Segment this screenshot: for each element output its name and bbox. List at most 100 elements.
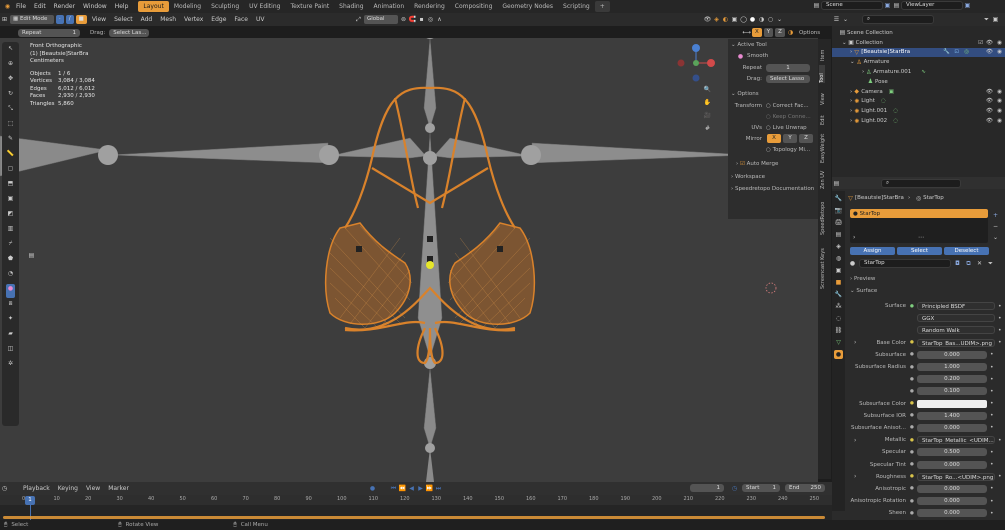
view-layer-tab-icon[interactable]: ▤ <box>834 230 843 239</box>
keyframe-dot-icon[interactable]: • <box>998 473 1002 480</box>
vp-menu-edge[interactable]: Edge <box>207 16 230 23</box>
numeric-field[interactable]: 0.100 <box>916 387 987 396</box>
keyframe-dot-icon[interactable]: • <box>990 449 994 456</box>
solid-shading-icon[interactable]: ● <box>748 15 757 24</box>
particles-tab-icon[interactable]: ⁂ <box>834 302 843 311</box>
tree-row-light-001[interactable]: › ✺ Light.001 ◌ 👁 ◉ <box>832 106 1005 116</box>
camera-view-icon[interactable]: 🎥 <box>703 111 712 120</box>
object-tab-icon[interactable]: ■ <box>834 278 843 287</box>
timeline-menu-keying[interactable]: Keying <box>54 485 82 492</box>
tab-easyweight[interactable]: EasyWeight <box>820 129 826 163</box>
loop-cut-tool-icon[interactable]: ▥ <box>6 224 15 238</box>
options-header[interactable]: ⌄ Options <box>728 88 818 100</box>
keyframe-dot-icon[interactable]: • <box>998 303 1002 310</box>
vp-menu-select[interactable]: Select <box>110 16 137 23</box>
material-slot-item[interactable]: ● StarTop <box>850 209 988 218</box>
view-layer-browse-icon[interactable]: ▣ <box>963 1 972 10</box>
mirror-z-button[interactable]: Z <box>799 134 813 143</box>
numeric-field[interactable]: 1.000 <box>916 363 987 372</box>
socket-link-icon[interactable]: ● <box>910 413 914 418</box>
timeline-menu-playback[interactable]: Playback <box>19 485 54 492</box>
dropdown-field[interactable]: GGX <box>916 314 995 323</box>
display-mode-icon[interactable]: ⌄ <box>841 15 850 24</box>
expand-link-icon[interactable]: › <box>854 437 856 444</box>
jump-keyframe-forward-icon[interactable]: ⏩ <box>425 484 434 493</box>
visibility-eye-icon[interactable]: 👁 <box>986 89 993 95</box>
scale-tool-icon[interactable]: ⤡ <box>6 104 15 118</box>
shrink-fatten-tool-icon[interactable]: ✦ <box>6 314 15 328</box>
socket-link-icon[interactable]: ● <box>910 499 914 504</box>
expand-link-icon[interactable]: › <box>854 339 856 346</box>
checkbox-icon[interactable]: ☑ <box>978 40 983 46</box>
annotate-tool-icon[interactable]: ✎ <box>6 134 15 148</box>
expand-link-icon[interactable]: › <box>854 473 856 480</box>
socket-link-icon[interactable]: ● <box>910 462 914 467</box>
tree-row-armature[interactable]: ⌄ ♙ Armature <box>832 57 1005 67</box>
surface-panel-header[interactable]: ⌄ Surface <box>846 285 1003 297</box>
numeric-field[interactable]: 0.000 <box>916 460 987 469</box>
keyframe-dot-icon[interactable]: • <box>990 485 994 492</box>
gizmo-neg-x-axis[interactable] <box>677 59 685 67</box>
mode-selector[interactable]: ▦ Edit Mode <box>10 15 54 24</box>
tool-tab-icon[interactable]: 🔧 <box>834 194 843 203</box>
keyframe-dot-icon[interactable]: • <box>990 498 994 505</box>
numeric-field[interactable]: 1.400 <box>916 411 987 420</box>
mirror-axis-x-chip[interactable]: X <box>752 28 762 37</box>
shading-options-icon[interactable]: ⌄ <box>775 15 784 24</box>
keyframe-dot-icon[interactable]: • <box>998 327 1002 334</box>
collection-tab-icon[interactable]: ▣ <box>834 266 843 275</box>
workspace-header[interactable]: › Workspace <box>728 171 818 183</box>
render-tab-icon[interactable]: 📷 <box>834 206 843 215</box>
tab-layout[interactable]: Layout <box>138 1 169 12</box>
visibility-selectability-icon[interactable]: 👁 <box>703 15 712 24</box>
play-reverse-icon[interactable]: ◀ <box>407 484 416 493</box>
editor-type-icon[interactable]: ▤ <box>832 179 841 188</box>
render-camera-icon[interactable]: ◉ <box>997 40 1002 46</box>
socket-link-icon[interactable]: ● <box>910 450 914 455</box>
auto-merge-checkbox[interactable]: ☑ <box>740 161 747 167</box>
keyframe-dot-icon[interactable]: • <box>990 461 994 468</box>
timeline-scrollbar[interactable] <box>3 516 825 519</box>
tab-view[interactable]: View <box>820 87 826 105</box>
add-cube-tool-icon[interactable]: ▢ <box>6 164 15 178</box>
zoom-icon[interactable]: 🔍 <box>703 85 712 94</box>
socket-link-icon[interactable]: ● <box>910 438 914 443</box>
auto-merge-icon[interactable]: ◑ <box>786 28 795 37</box>
render-camera-icon[interactable]: ◉ <box>997 108 1002 114</box>
vp-menu-face[interactable]: Face <box>230 16 252 23</box>
visibility-eye-icon[interactable]: 👁 <box>986 108 993 114</box>
inset-tool-icon[interactable]: ▣ <box>6 194 15 208</box>
shader-selector[interactable]: Principled BSDF <box>916 302 995 311</box>
keyframe-dot-icon[interactable]: • <box>990 388 994 395</box>
numeric-field[interactable]: 0.000 <box>916 497 987 506</box>
assign-button[interactable]: Assign <box>850 247 895 255</box>
tree-row-starbra[interactable]: › ▽ [Beautsie]StarBra 🔧 ⊡ ◎ 👁 ◉ <box>832 47 1005 58</box>
tab-rendering[interactable]: Rendering <box>409 1 450 12</box>
drag-selector[interactable]: Select Lasso <box>766 74 810 83</box>
slot-menu-icon[interactable]: ⌄ <box>991 233 1000 242</box>
tab-uv-editing[interactable]: UV Editing <box>244 1 285 12</box>
constraints-tab-icon[interactable]: ⛓ <box>834 326 843 335</box>
mirror-x-button[interactable]: X <box>767 134 781 143</box>
tree-row-camera[interactable]: › ◆ Camera ▣ 👁 ◉ <box>832 87 1005 97</box>
view-layer-selector[interactable]: ViewLayer <box>901 1 963 10</box>
duplicate-material-icon[interactable]: ⧉ <box>964 259 973 268</box>
end-frame-field[interactable]: End 250 <box>785 484 825 492</box>
edge-slide-tool-icon[interactable]: ⧈ <box>6 299 15 313</box>
editor-type-icon[interactable]: ◷ <box>0 484 9 493</box>
visibility-eye-icon[interactable]: 👁 <box>986 40 993 46</box>
tree-row-light-002[interactable]: › ✺ Light.002 ◌ 👁 ◉ <box>832 116 1005 126</box>
vertex-select-mode-button[interactable]: · <box>56 15 64 24</box>
numeric-field[interactable]: 0.000 <box>916 509 987 518</box>
outliner-search-input[interactable]: ⌕ <box>862 15 934 24</box>
move-tool-icon[interactable]: ✥ <box>6 74 15 88</box>
gizmo-y-axis[interactable] <box>693 60 699 66</box>
start-frame-field[interactable]: Start 1 <box>742 484 780 492</box>
tree-row-light[interactable]: › ✺ Light ◌ 👁 ◉ <box>832 97 1005 107</box>
xray-toggle-icon[interactable]: ▣ <box>730 15 739 24</box>
filter-icon[interactable]: ⏷ <box>982 15 991 24</box>
keyframe-dot-icon[interactable]: • <box>990 376 994 383</box>
smooth-tool-icon[interactable]: ● <box>6 284 15 298</box>
render-camera-icon[interactable]: ◉ <box>997 118 1002 124</box>
keyframe-dot-icon[interactable]: • <box>998 437 1002 444</box>
